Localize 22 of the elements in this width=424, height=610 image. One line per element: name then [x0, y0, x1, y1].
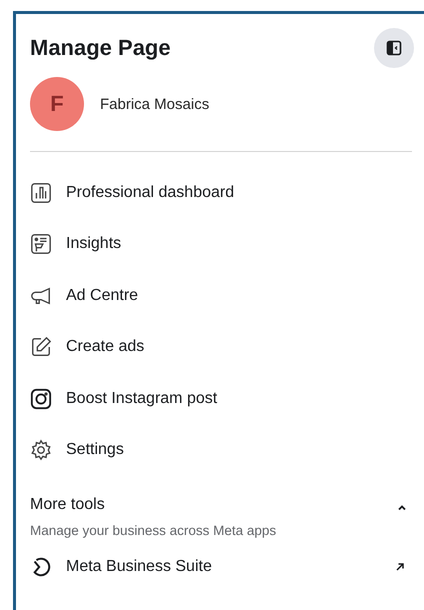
tool-link[interactable]: Meta Business Suite — [30, 538, 412, 596]
settings-icon — [30, 439, 52, 462]
menu-item[interactable]: Ad Centre — [30, 270, 412, 322]
section-subtitle: Manage your business across Meta apps — [30, 523, 276, 538]
avatar: F — [30, 77, 84, 131]
menu-item[interactable]: Create ads — [30, 322, 412, 373]
menu-item[interactable]: Boost Instagram post — [30, 373, 412, 424]
sidebar-toggle-button[interactable] — [374, 28, 414, 68]
menu-item[interactable]: Insights — [30, 218, 412, 270]
pencil-icon — [30, 336, 52, 358]
panel-title: Manage Page — [30, 35, 171, 61]
camera-icon — [30, 388, 52, 410]
chart-icon — [30, 182, 52, 204]
menu-item[interactable]: Settings — [30, 424, 412, 476]
menu-item[interactable]: Professional dashboard — [30, 167, 412, 218]
external-link-icon — [394, 561, 406, 573]
sidebar-icon — [386, 40, 402, 56]
page-item[interactable]: F Fabrica Mosaics — [30, 77, 412, 131]
report-icon — [30, 233, 52, 256]
megaphone-icon — [30, 284, 52, 307]
section-title: More tools — [30, 496, 106, 514]
more-tools-header[interactable]: More tools Manage your business across Meta apps — [30, 496, 412, 538]
